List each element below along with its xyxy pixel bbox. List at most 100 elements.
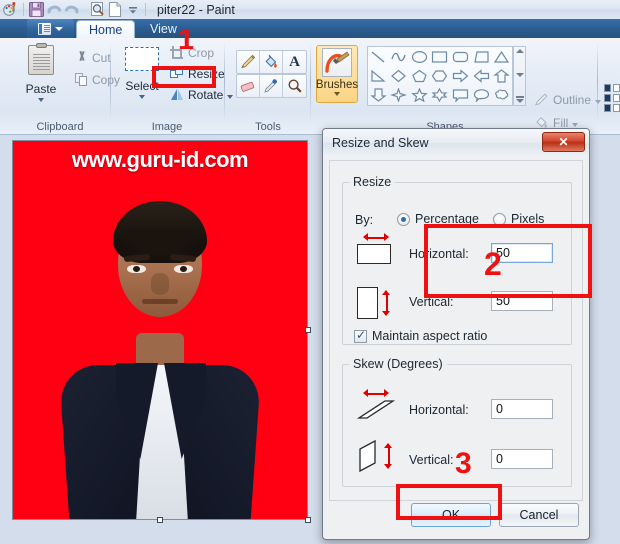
title-divider — [145, 3, 146, 16]
group-separator-2 — [224, 42, 225, 120]
canvas-resize-handle-right[interactable] — [305, 327, 311, 333]
percentage-label: Percentage — [415, 212, 479, 226]
paint-app-icon[interactable] — [2, 1, 20, 18]
paste-button[interactable]: Paste — [14, 43, 68, 102]
customize-quick-access-icon[interactable] — [124, 1, 142, 18]
rectangular-callout-shape-icon[interactable] — [450, 86, 471, 105]
curve-shape-icon[interactable] — [389, 47, 410, 66]
text-tool-button[interactable]: A — [283, 51, 306, 73]
new-file-icon[interactable] — [106, 1, 124, 18]
triangle-shape-icon[interactable] — [491, 47, 512, 66]
annotation-number-1: 1 — [178, 24, 195, 56]
outline-dropdown-caret-icon[interactable] — [595, 99, 602, 104]
color-palette[interactable] — [604, 84, 620, 114]
select-dropdown-caret-icon[interactable] — [139, 95, 145, 99]
shapes-gallery — [367, 46, 513, 106]
line-shape-icon[interactable] — [368, 47, 389, 66]
brushes-button[interactable]: Brushes — [316, 45, 358, 103]
group-separator-4 — [597, 42, 598, 120]
diamond-shape-icon[interactable] — [389, 66, 410, 85]
pentagon-shape-icon[interactable] — [409, 66, 430, 85]
outline-label: Outline — [553, 92, 592, 107]
fill-dropdown-caret-icon[interactable] — [572, 122, 579, 127]
tab-home[interactable]: Home — [76, 20, 136, 39]
mouth-shape — [142, 299, 178, 304]
scroll-up-icon[interactable] — [515, 49, 524, 53]
redo-icon[interactable] — [63, 1, 81, 18]
save-icon[interactable] — [27, 1, 45, 18]
ok-button[interactable]: OK — [411, 503, 491, 527]
select-button[interactable]: Select — [118, 47, 166, 99]
six-point-star-shape-icon[interactable] — [430, 86, 451, 105]
down-arrow-shape-icon[interactable] — [368, 86, 389, 105]
resize-vertical-input[interactable] — [491, 291, 553, 311]
app-menu-icon — [38, 23, 51, 35]
rotate-button[interactable]: Rotate — [168, 85, 235, 104]
canvas-resize-handle-bottom[interactable] — [157, 517, 163, 523]
pixels-radio-option[interactable]: Pixels — [493, 212, 544, 226]
fill-with-color-tool-button[interactable] — [260, 51, 283, 73]
toolbar-divider — [23, 3, 24, 16]
five-point-star-shape-icon[interactable] — [409, 86, 430, 105]
outline-button[interactable]: Outline — [532, 90, 603, 109]
percentage-radio-option[interactable]: Percentage — [397, 212, 479, 226]
skew-vertical-input[interactable] — [491, 449, 553, 469]
right-arrow-shape-icon[interactable] — [450, 66, 471, 85]
left-arrow-shape-icon[interactable] — [471, 66, 492, 85]
scroll-down-icon[interactable] — [515, 72, 524, 77]
close-icon[interactable]: ✕ — [542, 132, 585, 152]
percentage-radio[interactable] — [397, 212, 410, 226]
color-swatch[interactable] — [604, 84, 611, 92]
shapes-more-icon[interactable] — [515, 96, 524, 103]
cut-button[interactable]: Cut — [73, 48, 113, 67]
color-swatch[interactable] — [613, 84, 620, 92]
tools-row-1: A — [236, 50, 307, 74]
resize-button[interactable]: Resize — [168, 64, 227, 83]
skew-horizontal-input[interactable] — [491, 399, 553, 419]
image-canvas[interactable]: www.guru-id.com — [12, 140, 308, 520]
cancel-button[interactable]: Cancel — [499, 503, 579, 527]
resize-horizontal-label: Horizontal: — [409, 247, 469, 261]
color-picker-tool-button[interactable] — [260, 75, 283, 97]
resize-legend: Resize — [353, 175, 392, 189]
rounded-rectangle-shape-icon[interactable] — [450, 47, 471, 66]
eraser-tool-button[interactable] — [237, 75, 260, 97]
brushes-dropdown-caret-icon[interactable] — [334, 92, 340, 96]
canvas-resize-handle-corner[interactable] — [305, 517, 311, 523]
right-triangle-shape-icon[interactable] — [471, 47, 492, 66]
magnifier-tool-button[interactable] — [283, 75, 306, 97]
pupil-left — [133, 266, 140, 272]
outline-icon — [535, 93, 548, 106]
maintain-aspect-ratio-checkbox[interactable] — [354, 328, 367, 343]
shapes-gallery-scrollbar[interactable] — [513, 46, 526, 106]
rectangle-shape-icon[interactable] — [430, 47, 451, 66]
color-swatch[interactable] — [613, 94, 620, 102]
undo-icon[interactable] — [45, 1, 63, 18]
print-preview-icon[interactable] — [88, 1, 106, 18]
rounded-callout-shape-icon[interactable] — [471, 86, 492, 105]
selection-rectangle-icon — [125, 47, 159, 71]
maintain-aspect-ratio-option[interactable]: Maintain aspect ratio — [354, 328, 487, 343]
paste-dropdown-caret-icon[interactable] — [38, 98, 44, 102]
eye-right — [174, 265, 193, 273]
eye-left — [127, 265, 146, 273]
up-arrow-shape-icon[interactable] — [491, 66, 512, 85]
paint-application-menu-button[interactable] — [27, 19, 74, 39]
brushes-label: Brushes — [315, 79, 359, 91]
oval-shape-icon[interactable] — [409, 47, 430, 66]
dialog-title-bar[interactable]: Resize and Skew ✕ — [323, 129, 589, 157]
vertical-resize-illustration — [357, 287, 391, 319]
pencil-tool-button[interactable] — [237, 51, 260, 73]
diagonal-triangle-shape-icon[interactable] — [368, 66, 389, 85]
pixels-label: Pixels — [511, 212, 545, 226]
pixels-radio[interactable] — [493, 212, 506, 226]
color-swatch[interactable] — [604, 104, 611, 112]
four-point-star-shape-icon[interactable] — [389, 86, 410, 105]
wide-rectangle-icon — [357, 244, 391, 264]
hexagon-shape-icon[interactable] — [430, 66, 451, 85]
color-swatch[interactable] — [613, 104, 620, 112]
color-swatch[interactable] — [604, 94, 611, 102]
cloud-callout-shape-icon[interactable] — [491, 86, 512, 105]
cut-label: Cut — [92, 50, 111, 65]
window-title: piter22 - Paint — [157, 2, 235, 17]
